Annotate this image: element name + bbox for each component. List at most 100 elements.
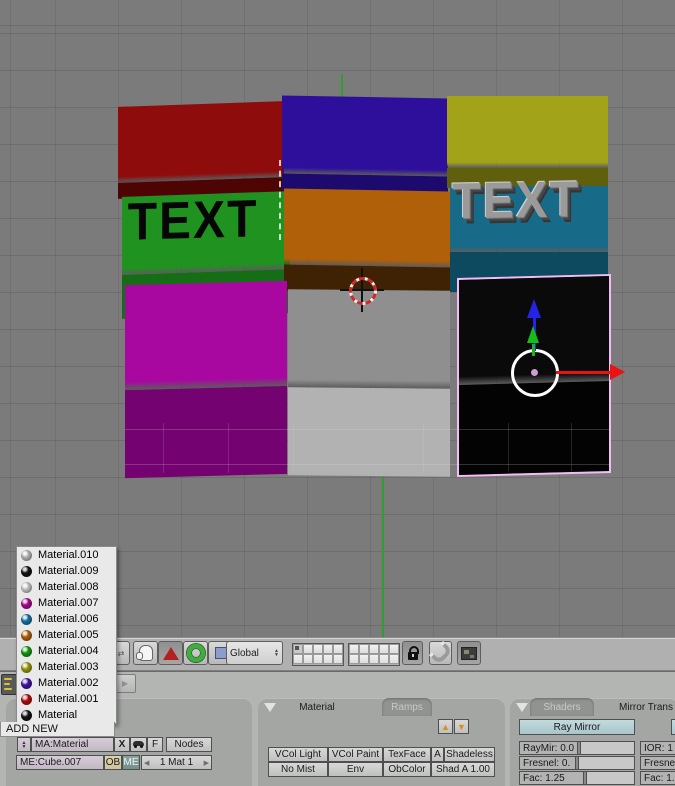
material-browse-button[interactable]: ▲ ▼ [17, 737, 31, 752]
layer-button[interactable] [379, 644, 389, 654]
material-slot-stepper[interactable]: ◀ 1 Mat 1 ▶ [141, 755, 212, 770]
slider-knob[interactable] [577, 742, 581, 754]
slider-label: Fresne [644, 758, 675, 769]
layer-button[interactable] [389, 654, 399, 664]
shad-a-slider[interactable]: Shad A 1.00 [431, 762, 495, 777]
layer-button[interactable] [323, 654, 333, 664]
layer-button[interactable] [313, 654, 323, 664]
texface-button[interactable]: TexFace [383, 747, 431, 762]
shadeless-button[interactable]: Shadeless [444, 747, 495, 762]
layer-button[interactable] [349, 654, 359, 664]
layer-button[interactable] [379, 654, 389, 664]
layer-button[interactable] [303, 654, 313, 664]
rotate-manipulator-button[interactable] [183, 641, 208, 665]
menu-item-material-002[interactable]: Material.002 [17, 675, 116, 691]
panel-collapse-icon[interactable] [516, 703, 528, 712]
stepper-left-arrow-icon[interactable]: ◀ [144, 759, 149, 767]
layer-button[interactable] [293, 644, 303, 654]
tab-shaders[interactable]: Shaders [530, 698, 594, 716]
obcolor-button[interactable]: ObColor [383, 762, 431, 777]
slider-ior[interactable]: IOR: 1 [640, 741, 675, 755]
tab-material[interactable]: Material [282, 698, 352, 716]
slider-fac[interactable]: Fac: 1.25 [519, 771, 635, 785]
material-sphere-icon [21, 629, 32, 641]
cube-purple[interactable] [282, 95, 448, 194]
cube-red[interactable] [118, 101, 284, 199]
env-button[interactable]: Env [328, 762, 383, 777]
menu-item-material-004[interactable]: Material.004 [17, 643, 116, 659]
translate-manipulator-button[interactable] [158, 641, 183, 665]
gizmo-y-axis[interactable] [532, 344, 535, 356]
auto-name-button[interactable] [130, 737, 147, 752]
hand-manipulator-button[interactable] [133, 641, 158, 665]
window-type-button[interactable] [1, 674, 17, 695]
slider-fresne[interactable]: Fresne [640, 756, 675, 770]
menu-item-material-001[interactable]: Material.001 [17, 691, 116, 707]
layer-button[interactable] [349, 644, 359, 654]
layer-button[interactable] [303, 644, 313, 654]
menu-item-material-010[interactable]: Material.010 [17, 547, 116, 563]
layer-button[interactable] [323, 644, 333, 654]
copy-material-button[interactable]: ▲ [438, 719, 453, 734]
snap-magnet-button[interactable] [428, 640, 453, 666]
text-selection-outline [279, 160, 281, 240]
layer-button[interactable] [293, 654, 303, 664]
a-button[interactable]: A [431, 747, 444, 762]
slider-fresnel[interactable]: Fresnel: 0. [519, 756, 635, 770]
layer-button[interactable] [369, 654, 379, 664]
fake-user-button[interactable]: F [147, 737, 163, 752]
layer-button[interactable] [333, 654, 343, 664]
3d-viewport[interactable]: TEXT TEXT [0, 0, 675, 637]
layer-button[interactable] [313, 644, 323, 654]
unlink-material-button[interactable]: X [114, 737, 130, 752]
gizmo-x-axis[interactable] [556, 371, 610, 374]
text-object-right[interactable]: TEXT [452, 170, 580, 229]
slider-knob[interactable] [582, 772, 587, 784]
collapsed-panel-button[interactable]: ▶ [114, 674, 136, 693]
layer-button[interactable] [369, 644, 379, 654]
text-object-left[interactable]: TEXT [128, 188, 259, 251]
lock-button[interactable] [402, 641, 423, 665]
stepper-right-arrow-icon[interactable]: ▶ [204, 759, 209, 767]
no-mist-button[interactable]: No Mist [268, 762, 328, 777]
menu-item-material-008[interactable]: Material.008 [17, 579, 116, 595]
cube-magenta[interactable] [125, 280, 287, 479]
menu-item-material[interactable]: Material [17, 707, 116, 723]
gizmo-y-arrowhead[interactable] [527, 326, 539, 343]
ray-mirror-toggle[interactable]: Ray Mirror [519, 719, 635, 735]
tab-ramps[interactable]: Ramps [382, 698, 432, 716]
mesh-name-field[interactable]: ME:Cube.007 [16, 755, 104, 770]
ray-transp-toggle-clipped[interactable] [671, 719, 675, 735]
panel-collapse-icon[interactable] [264, 703, 276, 712]
menu-item-material-006[interactable]: Material.006 [17, 611, 116, 627]
layer-button[interactable] [389, 644, 399, 654]
add-new-material-item[interactable]: ADD NEW [0, 722, 115, 737]
chevron-updown-icon: ▲ ▼ [21, 739, 27, 750]
vcol-paint-button[interactable]: VCol Paint [328, 747, 383, 762]
orientation-value: Global [230, 647, 259, 659]
gizmo-z-arrowhead[interactable] [527, 299, 541, 318]
cube-gray[interactable] [288, 289, 450, 477]
cube-magenta-front-face [125, 385, 287, 479]
render-preview-button[interactable] [457, 641, 481, 665]
layer-button[interactable] [359, 654, 369, 664]
material-sphere-icon [21, 661, 32, 673]
menu-item-material-003[interactable]: Material.003 [17, 659, 116, 675]
menu-item-material-009[interactable]: Material.009 [17, 563, 116, 579]
nodes-button[interactable]: Nodes [166, 737, 212, 752]
menu-item-material-007[interactable]: Material.007 [17, 595, 116, 611]
menu-item-material-005[interactable]: Material.005 [17, 627, 116, 643]
slider-knob[interactable] [574, 757, 579, 769]
gizmo-x-arrowhead[interactable] [610, 364, 625, 380]
orientation-dropdown[interactable]: Global ▲ ▼ [226, 641, 283, 665]
layer-button[interactable] [333, 644, 343, 654]
me-button[interactable]: ME [122, 755, 140, 770]
slider-raymir[interactable]: RayMir: 0.0 [519, 741, 635, 755]
ob-button[interactable]: OB [104, 755, 122, 770]
tab-mirror-transp[interactable]: Mirror Trans [614, 698, 675, 716]
slider-fac[interactable]: Fac: 1. [640, 771, 675, 785]
layer-button[interactable] [359, 644, 369, 654]
vcol-light-button[interactable]: VCol Light [268, 747, 328, 762]
material-name-field[interactable]: MA:Material [31, 737, 114, 752]
paste-material-button[interactable]: ▼ [454, 719, 469, 734]
